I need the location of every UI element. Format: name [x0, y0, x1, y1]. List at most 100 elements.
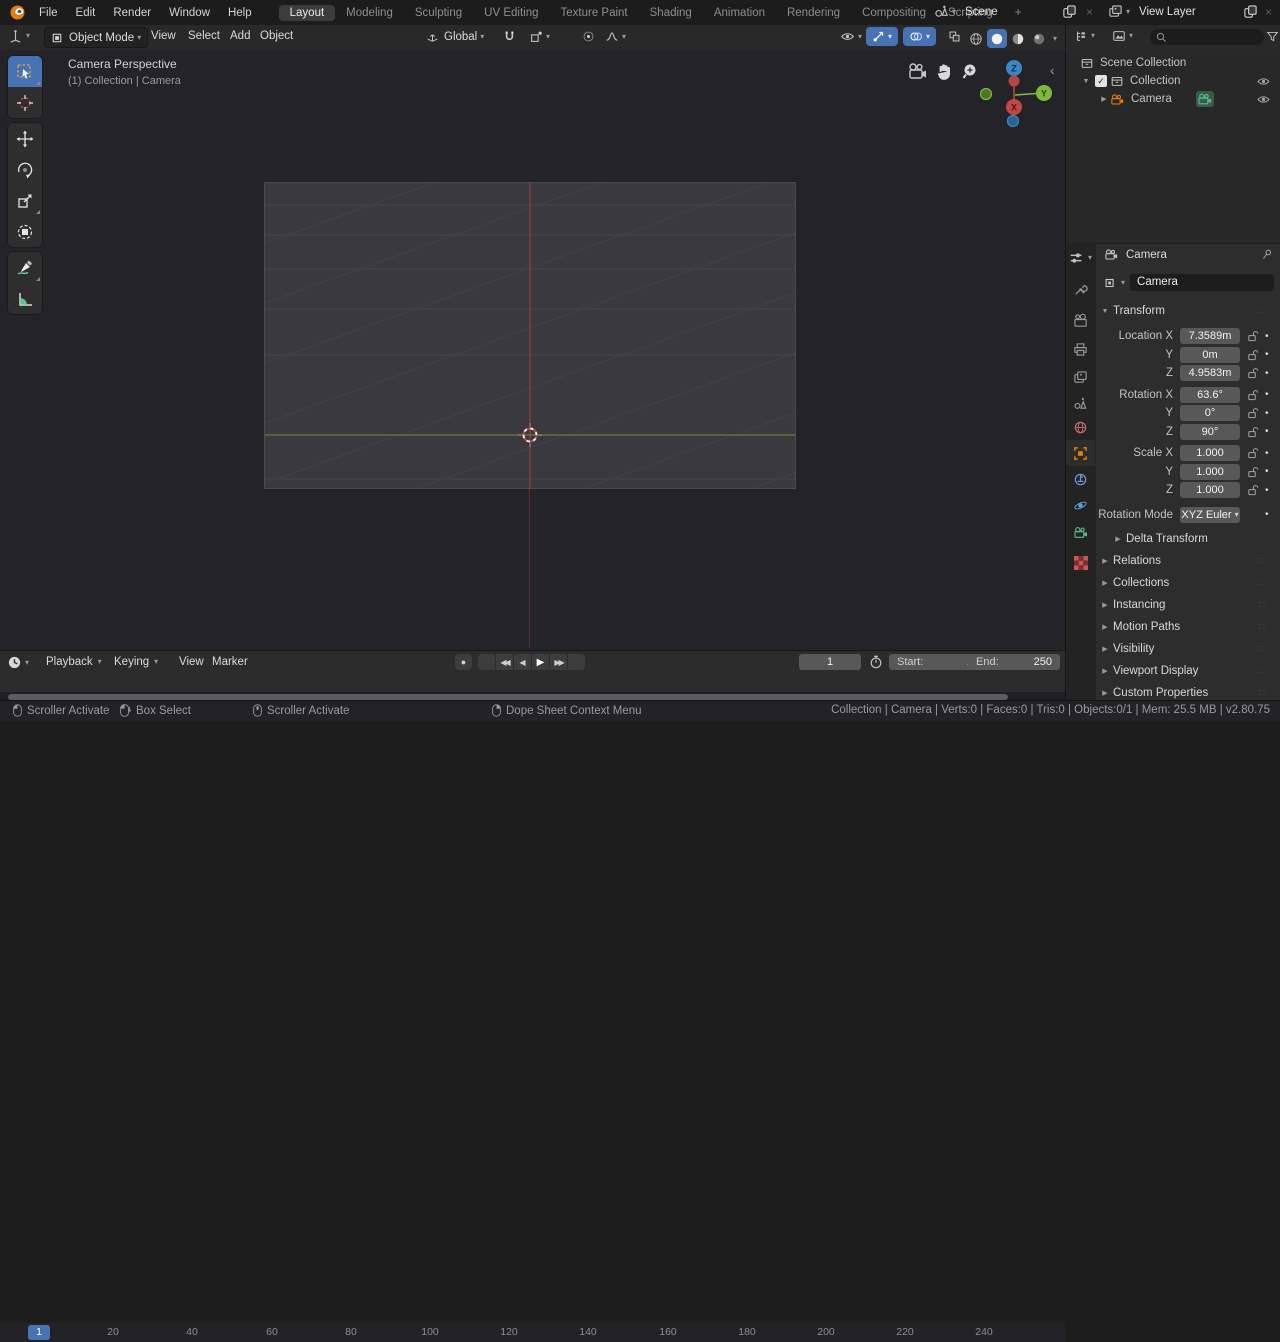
panel-motion-paths[interactable]: ▶Motion Paths∷ — [1099, 616, 1275, 638]
panel-drag-dots-icon[interactable]: ∷ — [1259, 578, 1265, 589]
lock-open-icon[interactable] — [1246, 349, 1259, 361]
outliner-label[interactable]: Scene Collection — [1100, 57, 1186, 69]
jump-to-end-button[interactable] — [568, 654, 585, 670]
snap-toggle[interactable] — [497, 27, 522, 46]
tab-object[interactable] — [1066, 440, 1095, 466]
tab-uv-editing[interactable]: UV Editing — [473, 5, 549, 21]
pin-icon[interactable] — [1261, 248, 1274, 261]
new-scene-button[interactable] — [1062, 4, 1077, 19]
lock-open-icon[interactable] — [1246, 484, 1259, 496]
camera-data-icon[interactable] — [1196, 91, 1214, 107]
disclosure-open-icon[interactable]: ▼ — [1080, 78, 1092, 85]
add-workspace-button[interactable]: + — [1004, 5, 1033, 21]
lock-open-icon[interactable] — [1246, 426, 1259, 438]
tab-modeling[interactable]: Modeling — [335, 5, 404, 21]
outliner-editor-type-button[interactable]: ▾ — [1074, 29, 1095, 43]
gizmo-axis-x-pos[interactable] — [1009, 76, 1020, 87]
animate-dot[interactable]: • — [1265, 485, 1269, 496]
outliner-row-collection[interactable]: ▼ ✓ Collection — [1066, 72, 1280, 90]
shading-solid-button[interactable] — [987, 29, 1007, 48]
rotation-mode-dropdown[interactable]: XYZ Euler▾ — [1180, 507, 1240, 523]
panel-drag-dots-icon[interactable]: ∷ — [1259, 666, 1265, 677]
tab-animation[interactable]: Animation — [703, 5, 776, 21]
lock-open-icon[interactable] — [1246, 407, 1259, 419]
new-view-layer-button[interactable] — [1243, 4, 1258, 19]
animate-dot[interactable]: • — [1265, 331, 1269, 342]
tab-object-data[interactable] — [1066, 519, 1095, 545]
tab-texture-paint[interactable]: Texture Paint — [550, 5, 639, 21]
play-button[interactable]: ▶ — [532, 654, 549, 670]
tool-cursor[interactable] — [8, 87, 42, 118]
animate-dot[interactable]: • — [1265, 368, 1269, 379]
rotation-z-field[interactable]: 90° — [1180, 424, 1240, 440]
scene-selector[interactable]: ▾ Scene — [934, 4, 998, 19]
outliner-label[interactable]: Collection — [1130, 75, 1181, 87]
gizmo-axis-z-neg[interactable] — [1008, 116, 1019, 127]
animate-dot[interactable]: • — [1265, 426, 1269, 437]
panel-drag-dots-icon[interactable]: ∷ — [1259, 688, 1265, 699]
collection-checkbox[interactable]: ✓ — [1095, 75, 1107, 87]
tab-rendering[interactable]: Rendering — [776, 5, 851, 21]
tab-output[interactable] — [1066, 336, 1095, 362]
lock-open-icon[interactable] — [1246, 367, 1259, 379]
location-z-field[interactable]: 4.9583m — [1180, 365, 1240, 381]
hide-eye-icon[interactable] — [1256, 94, 1271, 105]
outliner-row-scene-collection[interactable]: Scene Collection — [1066, 54, 1280, 72]
timeline-scrollbar-thumb[interactable] — [8, 694, 1008, 700]
timeline-menu-playback[interactable]: Playback▾ — [44, 656, 102, 668]
animate-dot[interactable]: • — [1265, 509, 1269, 520]
animate-dot[interactable]: • — [1265, 349, 1269, 360]
hide-eye-icon[interactable] — [1256, 76, 1271, 87]
next-keyframe-button[interactable]: ▶▶ — [550, 654, 567, 670]
proportional-falloff-dropdown[interactable]: ▾ — [599, 27, 632, 46]
mode-dropdown[interactable]: Object Mode ▾ — [44, 27, 148, 48]
xray-toggle[interactable] — [942, 27, 967, 46]
tab-compositing[interactable]: Compositing — [851, 5, 937, 21]
tab-physics[interactable] — [1066, 492, 1095, 518]
tool-annotate[interactable] — [8, 252, 42, 283]
outliner-label[interactable]: Camera — [1131, 93, 1172, 105]
prev-keyframe-button[interactable]: ◀◀ — [496, 654, 513, 670]
animate-dot[interactable]: • — [1265, 466, 1269, 477]
rotation-y-field[interactable]: 0° — [1180, 405, 1240, 421]
animate-dot[interactable]: • — [1265, 389, 1269, 400]
panel-drag-dots-icon[interactable]: ∷ — [1259, 600, 1265, 611]
shading-wireframe-button[interactable] — [966, 29, 986, 48]
camera-view-button[interactable] — [906, 62, 928, 82]
play-reverse-button[interactable]: ◀ — [514, 654, 531, 670]
panel-drag-dots-icon[interactable]: ∷ — [1259, 306, 1265, 317]
shading-material-button[interactable] — [1008, 29, 1028, 48]
shading-rendered-button[interactable] — [1029, 29, 1049, 48]
gizmo-axis-y-neg[interactable] — [981, 89, 992, 100]
editor-type-button[interactable]: ▾ — [8, 28, 30, 43]
panel-visibility[interactable]: ▶Visibility∷ — [1099, 638, 1275, 660]
timeline-menu-marker[interactable]: Marker — [203, 656, 257, 668]
gizmos-toggle[interactable]: ▾ — [866, 27, 898, 46]
animate-dot[interactable]: • — [1265, 448, 1269, 459]
tab-constraints[interactable] — [1066, 466, 1095, 492]
panel-viewport-display[interactable]: ▶Viewport Display∷ — [1099, 660, 1275, 682]
orientation-dropdown[interactable]: Global ▾ — [420, 27, 490, 46]
frame-end-field[interactable]: End: 250 — [968, 654, 1060, 670]
timeline-editor-type-button[interactable]: ▾ — [7, 655, 29, 670]
tab-shading[interactable]: Shading — [639, 5, 703, 21]
tab-sculpting[interactable]: Sculpting — [404, 5, 473, 21]
lock-open-icon[interactable] — [1246, 330, 1259, 342]
snap-target-dropdown[interactable]: ▾ — [524, 27, 556, 46]
outliner-display-mode-button[interactable]: ▾ — [1112, 29, 1133, 43]
panel-drag-dots-icon[interactable]: ∷ — [1259, 644, 1265, 655]
tool-measure[interactable] — [8, 283, 42, 314]
disclosure-closed-icon[interactable]: ▶ — [1098, 95, 1110, 103]
outliner-search-input[interactable] — [1150, 29, 1264, 45]
auto-keying-button[interactable]: ● — [455, 654, 472, 670]
lock-open-icon[interactable] — [1246, 389, 1259, 401]
panel-drag-dots-icon[interactable]: ∷ — [1259, 622, 1265, 633]
location-y-field[interactable]: 0m — [1180, 347, 1240, 363]
view-layer-selector[interactable]: ▾ View Layer — [1108, 4, 1196, 19]
tab-tool[interactable] — [1066, 276, 1095, 302]
region-collapse-arrow[interactable]: ‹ — [1050, 62, 1055, 78]
tab-view-layer[interactable] — [1066, 364, 1095, 390]
menu-object[interactable]: Object — [251, 30, 302, 42]
show-object-types-dropdown[interactable]: ▾ — [834, 27, 868, 46]
current-frame-field[interactable]: 1 — [799, 654, 861, 670]
